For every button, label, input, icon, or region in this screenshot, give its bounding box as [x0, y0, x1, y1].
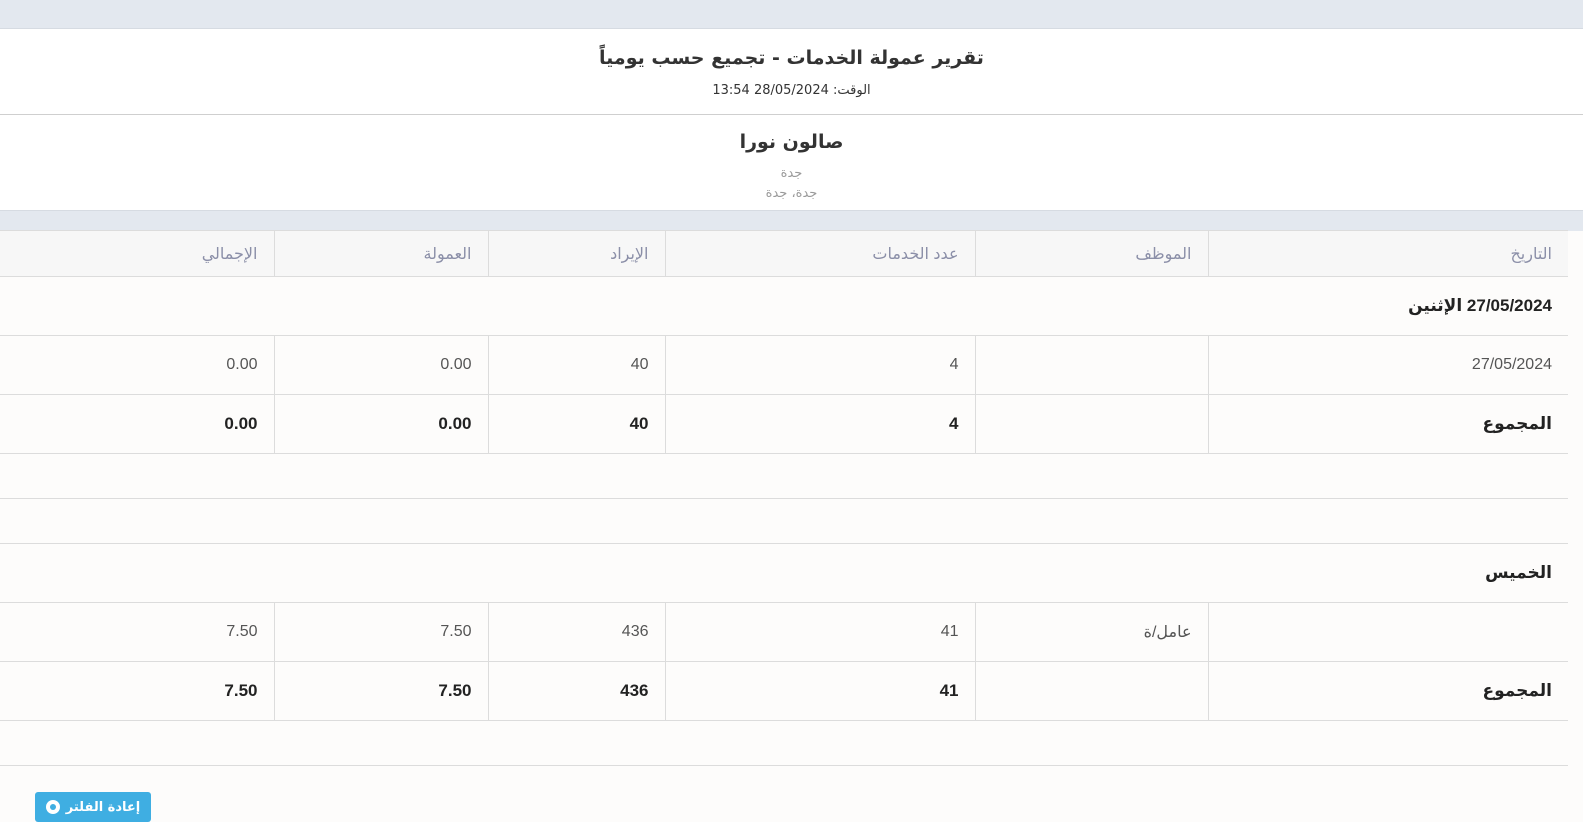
spacer-row	[0, 453, 1568, 499]
reset-filter-button[interactable]: إعادة الفلتر	[35, 792, 151, 822]
total-revenue: 436	[487, 661, 666, 721]
circle-icon	[45, 800, 60, 814]
column-header-services-count[interactable]: عدد الخدمات	[664, 230, 976, 277]
total-commission: 0.00	[273, 394, 489, 454]
total-revenue: 40	[487, 394, 666, 454]
cell-total: 0.00	[0, 335, 275, 395]
total-commission: 7.50	[273, 661, 489, 721]
total-label: المجموع	[1207, 661, 1568, 721]
column-header-revenue[interactable]: الإيراد	[487, 230, 666, 277]
cell-employee	[974, 394, 1209, 454]
report-title: تقرير عمولة الخدمات - تجميع حسب يومياً	[599, 47, 984, 69]
cell-revenue: 436	[487, 602, 666, 662]
cell-date	[1207, 602, 1568, 662]
cell-revenue: 40	[487, 335, 666, 395]
cell-services-count: 41	[664, 602, 976, 662]
column-header-commission[interactable]: العمولة	[273, 230, 489, 277]
column-header-total[interactable]: الإجمالي	[0, 230, 275, 277]
group-title: 27/05/2024 الإثنين	[0, 276, 1568, 336]
section-band	[0, 210, 1583, 231]
cell-commission: 0.00	[273, 335, 489, 395]
group-header-row: 27/05/2024 الإثنين	[0, 276, 1568, 336]
table-header-row: التاريخ الموظف عدد الخدمات الإيراد العمو…	[0, 230, 1568, 277]
cell-services-count: 4	[664, 335, 976, 395]
company-name: صالون نورا	[739, 131, 844, 153]
cell-employee	[974, 335, 1209, 395]
cell-date: 27/05/2024	[1207, 335, 1568, 395]
spacer-row	[0, 498, 1568, 544]
column-header-employee[interactable]: الموظف	[974, 230, 1209, 277]
cell-employee	[974, 661, 1209, 721]
group-title: الخميس	[0, 543, 1568, 603]
company-address: جدة، جدة	[765, 186, 818, 201]
cell-total: 7.50	[0, 602, 275, 662]
cell-employee: عامل/ة	[974, 602, 1209, 662]
column-header-date[interactable]: التاريخ	[1207, 230, 1568, 277]
table-row: 27/05/2024 4 40 0.00 0.00	[0, 335, 1568, 395]
spacer-row	[0, 720, 1568, 766]
group-header-row: الخميس	[0, 543, 1568, 603]
company-city: جدة	[780, 166, 803, 181]
group-total-row: المجموع 4 40 0.00 0.00	[0, 394, 1568, 454]
total-services-count: 41	[664, 661, 976, 721]
top-band	[0, 0, 1583, 29]
total-services-count: 4	[664, 394, 976, 454]
group-total-row: المجموع 41 436 7.50 7.50	[0, 661, 1568, 721]
button-label: إعادة الفلتر	[65, 799, 141, 815]
company-info: صالون نورا جدة جدة، جدة	[0, 115, 1583, 210]
table-row: عامل/ة 41 436 7.50 7.50	[0, 602, 1568, 662]
report-time: الوقت: 28/05/2024 13:54	[712, 83, 871, 98]
total-total: 0.00	[0, 394, 275, 454]
cell-commission: 7.50	[273, 602, 489, 662]
total-total: 7.50	[0, 661, 275, 721]
total-label: المجموع	[1207, 394, 1568, 454]
commission-table: التاريخ الموظف عدد الخدمات الإيراد العمو…	[0, 230, 1568, 766]
report-header: تقرير عمولة الخدمات - تجميع حسب يومياً ا…	[0, 29, 1583, 115]
